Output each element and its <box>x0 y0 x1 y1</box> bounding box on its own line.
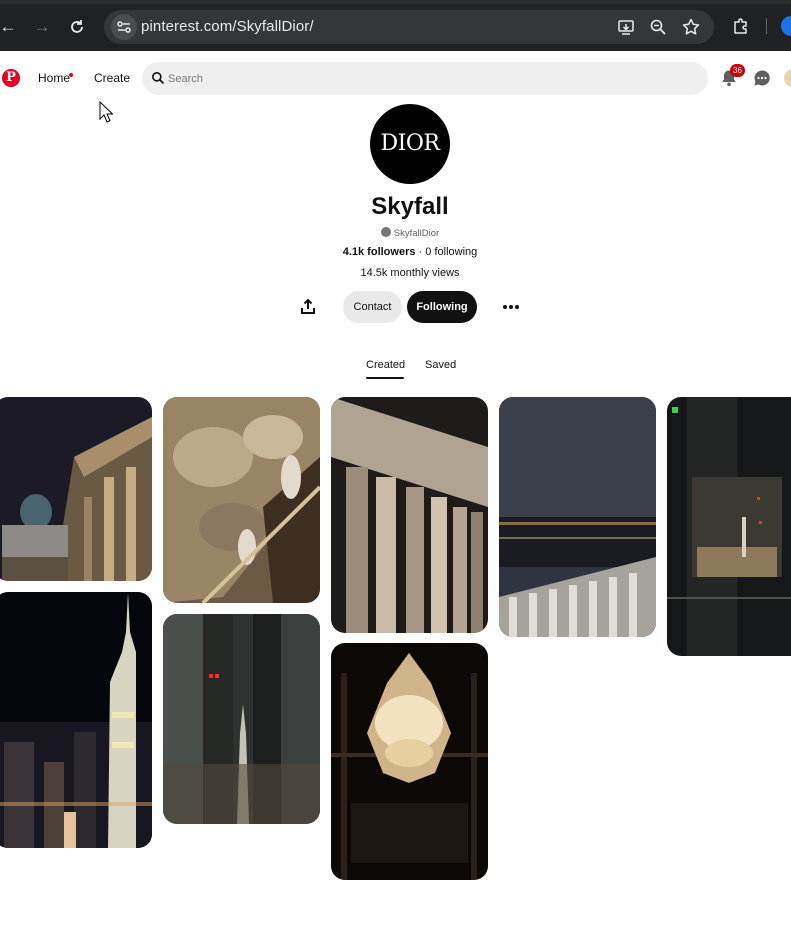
pin-image-city-between-pillars <box>163 614 320 824</box>
pin-card[interactable] <box>331 397 488 633</box>
follow-stats: 4.1k followers · 0 following <box>0 246 791 258</box>
site-info-icon[interactable] <box>111 14 137 40</box>
nav-create[interactable]: Create <box>94 71 130 85</box>
search-input[interactable] <box>168 68 688 89</box>
mouse-cursor-icon <box>99 101 113 123</box>
pin-card[interactable] <box>331 643 488 880</box>
toolbar-divider <box>766 18 767 34</box>
active-tab-indicator <box>366 377 404 379</box>
reload-icon-glyph <box>71 20 83 33</box>
notification-count-badge: 36 <box>730 64 745 77</box>
monthly-views: 14.5k monthly views <box>360 267 460 279</box>
stats-separator: · <box>418 246 423 258</box>
pin-image-glass-reflection <box>667 397 791 656</box>
back-arrow-icon[interactable]: ← <box>0 17 18 37</box>
profile-avatar: DIOR <box>370 104 450 184</box>
pin-card[interactable] <box>499 397 656 637</box>
browser-toolbar: ← → pinterest.com/SkyfallDior/ <box>0 0 791 51</box>
share-icon[interactable] <box>298 297 318 317</box>
tune-icon <box>117 21 131 33</box>
profile-name: Skyfall <box>371 193 449 220</box>
messages-icon[interactable] <box>752 68 772 88</box>
nav-home[interactable]: Home <box>38 71 70 85</box>
following-count[interactable]: 0 following <box>425 246 477 258</box>
contact-button[interactable]: Contact <box>343 291 402 323</box>
pin-card[interactable] <box>667 397 791 656</box>
pin-image-ceiling-fresco <box>163 397 320 603</box>
search-bar[interactable] <box>142 62 708 95</box>
pinterest-logo-icon[interactable]: P <box>2 69 20 87</box>
pin-card[interactable] <box>0 397 152 581</box>
site-header: P Home Create 36 <box>0 51 791 105</box>
tab-saved[interactable]: Saved <box>425 359 456 371</box>
forward-arrow-icon[interactable]: → <box>32 17 52 37</box>
pinterest-logo-glyph: P <box>6 70 16 85</box>
more-options-icon[interactable] <box>500 296 522 318</box>
install-app-icon[interactable] <box>616 17 636 37</box>
pin-image-columns <box>331 397 488 633</box>
pin-card[interactable] <box>0 592 152 848</box>
browser-profile-icon[interactable] <box>781 16 791 36</box>
tab-created[interactable]: Created <box>366 359 405 371</box>
home-notification-dot <box>69 73 73 77</box>
user-avatar[interactable] <box>784 69 791 87</box>
pin-image-chandelier <box>331 643 488 880</box>
pin-image-empire-state <box>0 592 152 848</box>
bookmark-star-icon[interactable] <box>681 17 701 37</box>
avatar-logo-text: DIOR <box>380 131 440 156</box>
search-icon <box>152 72 165 85</box>
url-text[interactable]: pinterest.com/SkyfallDior/ <box>141 18 314 35</box>
pin-card[interactable] <box>163 614 320 824</box>
pin-image-skyline-balustrade <box>499 397 656 637</box>
pin-card[interactable] <box>163 397 320 603</box>
extensions-puzzle-icon[interactable] <box>732 17 750 35</box>
profile-handle: SkyfallDior <box>0 227 791 239</box>
following-button[interactable]: Following <box>407 291 477 323</box>
zoom-icon[interactable] <box>648 17 668 37</box>
followers-count[interactable]: 4.1k followers <box>343 246 416 258</box>
address-bar[interactable]: pinterest.com/SkyfallDior/ <box>104 10 714 44</box>
pinterest-small-icon <box>380 227 391 237</box>
tab-strip-edge <box>0 0 791 4</box>
reload-icon[interactable] <box>67 17 87 37</box>
pin-image-building-dome <box>0 397 152 581</box>
username-text: SkyfallDior <box>393 228 440 239</box>
